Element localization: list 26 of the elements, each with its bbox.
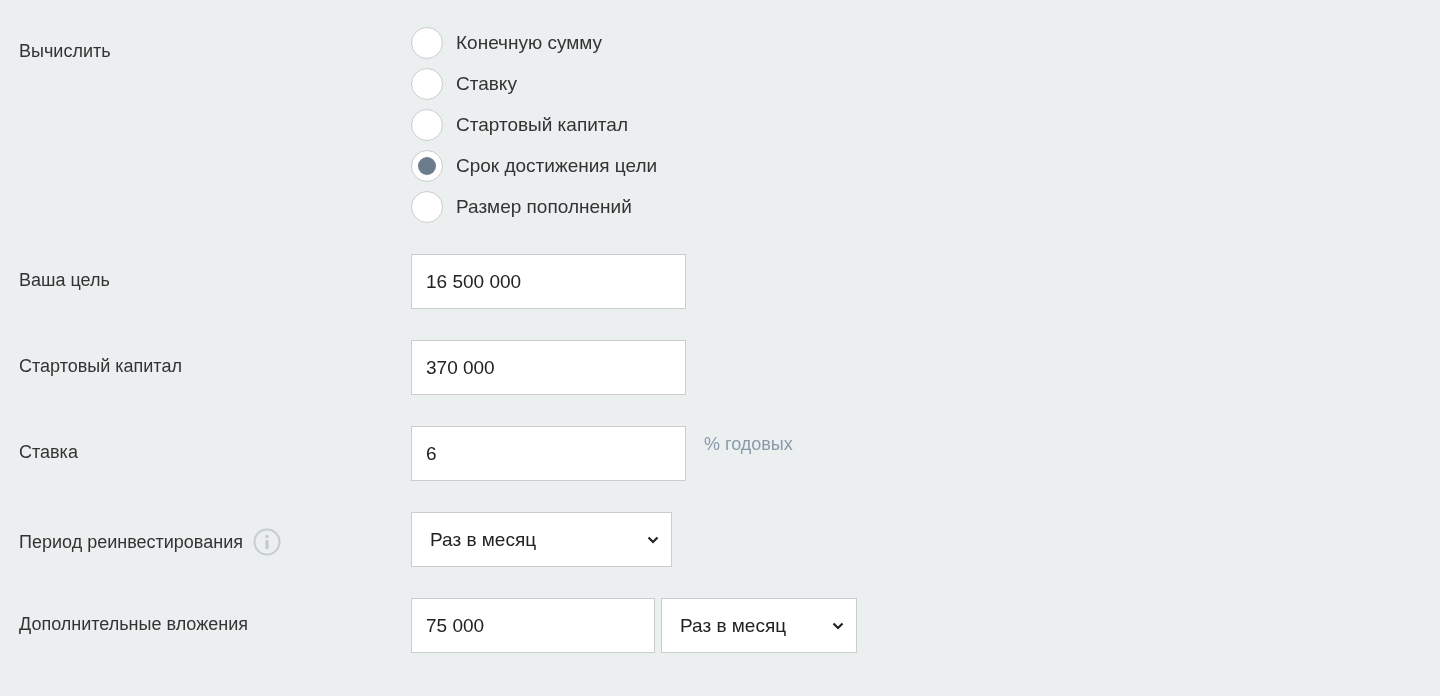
input-field[interactable]: 16 500 000 bbox=[411, 254, 686, 309]
chevron-down-icon bbox=[832, 621, 844, 630]
input-field[interactable]: 370 000 bbox=[411, 340, 686, 395]
input-field[interactable]: 6 bbox=[411, 426, 686, 481]
field-label: Период реинвестирования bbox=[19, 531, 243, 553]
input-field[interactable]: 75 000 bbox=[411, 598, 655, 653]
field-label: Стартовый капитал bbox=[19, 356, 182, 377]
radio-button[interactable] bbox=[411, 150, 443, 182]
radio-option[interactable]: Срок достижения цели bbox=[411, 150, 658, 182]
radio-option[interactable]: Конечную сумму bbox=[411, 27, 658, 59]
chevron-down-icon bbox=[647, 535, 659, 544]
period-select[interactable]: Раз в месяц bbox=[411, 512, 672, 567]
unit-label: % годовых bbox=[704, 434, 793, 455]
radio-option[interactable]: Размер пополнений bbox=[411, 191, 658, 223]
radio-button[interactable] bbox=[411, 27, 443, 59]
period-select[interactable]: Раз в месяц bbox=[661, 598, 857, 653]
radio-button[interactable] bbox=[411, 191, 443, 223]
field-label: Вычислить bbox=[19, 41, 111, 62]
radio-button[interactable] bbox=[411, 68, 443, 100]
field-label: Ставка bbox=[19, 442, 78, 463]
field-label: Ваша цель bbox=[19, 270, 110, 291]
info-icon[interactable] bbox=[252, 528, 281, 556]
radio-button[interactable] bbox=[411, 109, 443, 141]
radio-option[interactable]: Стартовый капитал bbox=[411, 109, 658, 141]
field-label: Дополнительные вложения bbox=[19, 614, 248, 635]
radio-option[interactable]: Ставку bbox=[411, 68, 658, 100]
